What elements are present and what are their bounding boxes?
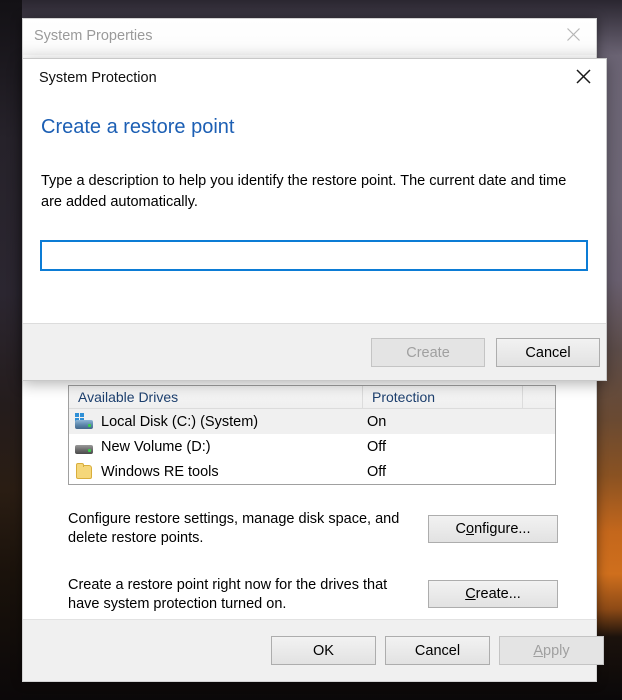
create-button[interactable]: Create... bbox=[428, 580, 558, 608]
configure-label-before: C bbox=[456, 521, 466, 537]
column-header-spacer bbox=[523, 386, 555, 408]
column-header-protection[interactable]: Protection bbox=[363, 386, 523, 408]
drive-icon bbox=[75, 438, 93, 456]
desktop-background-left bbox=[0, 0, 22, 700]
column-header-available-drives[interactable]: Available Drives bbox=[69, 386, 363, 408]
system-protection-dialog[interactable]: System Protection Create a restore point… bbox=[22, 58, 607, 381]
drive-protection-status: Off bbox=[367, 439, 386, 455]
system-properties-footer: OK Cancel Apply bbox=[23, 620, 596, 681]
close-icon[interactable] bbox=[550, 19, 596, 49]
drive-name: Local Disk (C:) (System) bbox=[101, 414, 367, 430]
configure-button[interactable]: Configure... bbox=[428, 515, 558, 543]
folder-glyph bbox=[76, 465, 92, 479]
modal-cancel-label: Cancel bbox=[525, 345, 570, 361]
available-drives-listbox[interactable]: Available Drives Protection Local Disk (… bbox=[68, 385, 556, 485]
ok-label-before: OK bbox=[313, 643, 334, 659]
cancel-label-before: Cancel bbox=[415, 643, 460, 659]
system-protection-footer: Create Cancel bbox=[23, 324, 606, 380]
drive-list-header: Available Drives Protection bbox=[69, 386, 555, 409]
apply-label-accel: A bbox=[533, 643, 543, 659]
drive-led-glyph bbox=[88, 424, 91, 427]
drive-name: Windows RE tools bbox=[101, 464, 367, 480]
drive-protection-status: Off bbox=[367, 464, 386, 480]
drive-protection-status: On bbox=[367, 414, 386, 430]
page-title: Create a restore point bbox=[41, 116, 234, 139]
restore-point-description: Type a description to help you identify … bbox=[41, 171, 589, 213]
system-protection-titlebar[interactable]: System Protection bbox=[23, 59, 606, 101]
cancel-button[interactable]: Cancel bbox=[385, 636, 490, 665]
modal-create-label: Create bbox=[406, 345, 450, 361]
ok-button[interactable]: OK bbox=[271, 636, 376, 665]
modal-cancel-button[interactable]: Cancel bbox=[496, 338, 600, 367]
system-properties-title: System Properties bbox=[34, 28, 152, 44]
apply-button: Apply bbox=[499, 636, 604, 665]
create-label-after: reate... bbox=[476, 586, 521, 602]
table-row[interactable]: Local Disk (C:) (System) On bbox=[69, 409, 555, 434]
system-drive-icon bbox=[75, 413, 93, 431]
table-row[interactable]: New Volume (D:) Off bbox=[69, 434, 555, 459]
configure-description: Configure restore settings, manage disk … bbox=[68, 510, 418, 548]
system-protection-content: Create a restore point Type a descriptio… bbox=[23, 101, 606, 323]
modal-create-button: Create bbox=[371, 338, 485, 367]
restore-point-description-input[interactable] bbox=[40, 240, 588, 271]
apply-label-after: pply bbox=[543, 643, 570, 659]
configure-label-after: nfigure... bbox=[474, 521, 530, 537]
close-icon[interactable] bbox=[560, 59, 606, 93]
folder-icon bbox=[75, 463, 93, 481]
drive-name: New Volume (D:) bbox=[101, 439, 367, 455]
system-protection-title: System Protection bbox=[39, 70, 157, 86]
system-properties-titlebar[interactable]: System Properties bbox=[23, 19, 596, 55]
configure-label-accel: o bbox=[466, 521, 474, 537]
create-description: Create a restore point right now for the… bbox=[68, 576, 418, 614]
table-row[interactable]: Windows RE tools Off bbox=[69, 459, 555, 484]
create-label-accel: C bbox=[465, 586, 475, 602]
drive-led-glyph bbox=[88, 449, 91, 452]
